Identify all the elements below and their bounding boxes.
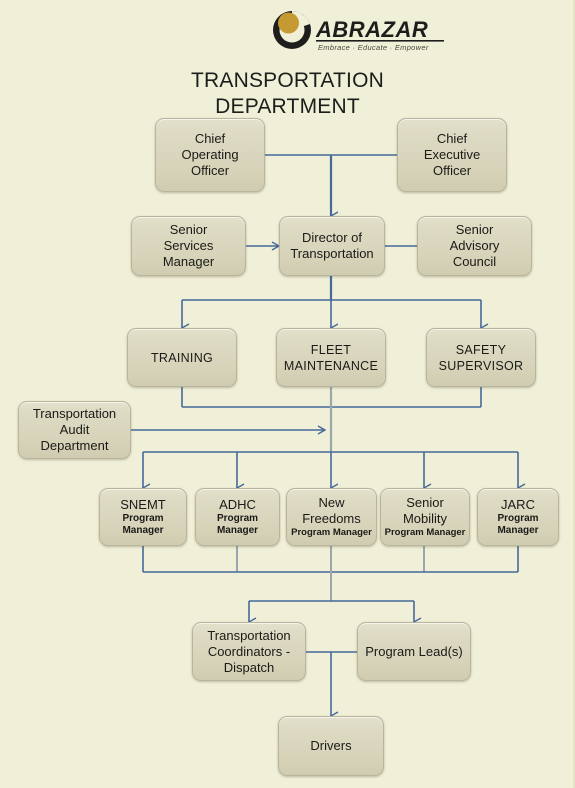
node-transportation-audit-department[interactable]: Transportation Audit Department <box>18 401 131 459</box>
node-line: Transportation <box>32 406 117 421</box>
node-adhc-program-manager[interactable]: ADHC Program Manager <box>195 488 280 546</box>
node-line: MAINTENANCE <box>283 358 379 373</box>
node-safety-supervisor[interactable]: SAFETY SUPERVISOR <box>426 328 536 387</box>
node-line: JARC <box>501 496 535 512</box>
node-line: Officer <box>190 163 230 178</box>
node-director-of-transportation[interactable]: Director of Transportation <box>279 216 385 276</box>
node-line: Program Lead(s) <box>365 643 463 659</box>
node-subline: Program <box>122 512 164 524</box>
node-new-freedoms-program-manager[interactable]: New Freedoms Program Manager <box>286 488 377 546</box>
node-line: Coordinators - <box>207 643 291 659</box>
node-line: Manager <box>162 254 215 269</box>
node-line: Freedoms <box>302 510 361 526</box>
node-line: Department <box>40 438 109 453</box>
node-line: Officer <box>432 163 472 178</box>
node-subline: Program Manager <box>384 526 466 538</box>
node-line: FLEET <box>310 342 352 357</box>
node-chief-executive-officer[interactable]: Chief Executive Officer <box>397 118 507 192</box>
node-line: SNEMT <box>120 496 166 512</box>
node-line: Audit <box>59 422 90 437</box>
node-line: Executive <box>423 147 481 162</box>
node-line: New <box>318 494 345 510</box>
node-line: Chief <box>194 131 226 146</box>
node-line: Advisory <box>449 238 500 253</box>
node-training[interactable]: TRAINING <box>127 328 237 387</box>
node-line: Senior <box>455 222 494 237</box>
node-line: Mobility <box>402 510 448 526</box>
node-line: Council <box>452 254 497 269</box>
node-line: Transportation <box>207 627 291 643</box>
node-subline: Program Manager <box>291 526 372 538</box>
node-line: Senior <box>406 494 444 510</box>
node-line: Transportation <box>290 246 374 261</box>
node-subline: Manager <box>216 525 259 536</box>
node-line: Dispatch <box>223 659 275 675</box>
node-line: Chief <box>436 131 468 146</box>
node-senior-advisory-council[interactable]: Senior Advisory Council <box>417 216 532 276</box>
node-subline: Program <box>497 512 539 524</box>
node-subline: Manager <box>497 525 539 536</box>
node-line: TRAINING <box>150 350 214 365</box>
node-line: ADHC <box>219 496 256 512</box>
node-subline: Program <box>216 512 259 524</box>
node-line: Services <box>163 238 214 253</box>
node-subline: Manager <box>122 525 164 536</box>
node-senior-services-manager[interactable]: Senior Services Manager <box>131 216 246 276</box>
node-line: SAFETY <box>455 342 507 357</box>
node-transportation-coordinators-dispatch[interactable]: Transportation Coordinators - Dispatch <box>192 622 306 681</box>
node-fleet-maintenance[interactable]: FLEET MAINTENANCE <box>276 328 386 387</box>
node-drivers[interactable]: Drivers <box>278 716 384 776</box>
node-line: Senior <box>169 222 208 237</box>
node-chief-operating-officer[interactable]: Chief Operating Officer <box>155 118 265 192</box>
node-line: SUPERVISOR <box>438 358 524 373</box>
node-jarc-program-manager[interactable]: JARC Program Manager <box>477 488 559 546</box>
node-program-leads[interactable]: Program Lead(s) <box>357 622 471 681</box>
node-senior-mobility-program-manager[interactable]: Senior Mobility Program Manager <box>380 488 470 546</box>
org-chart-page: ABRAZAR Embrace · Educate · Empower TRAN… <box>0 0 575 788</box>
node-line: Drivers <box>310 738 352 753</box>
node-snemt-program-manager[interactable]: SNEMT Program Manager <box>99 488 187 546</box>
node-line: Operating <box>181 147 239 162</box>
node-line: Director of <box>302 230 362 245</box>
